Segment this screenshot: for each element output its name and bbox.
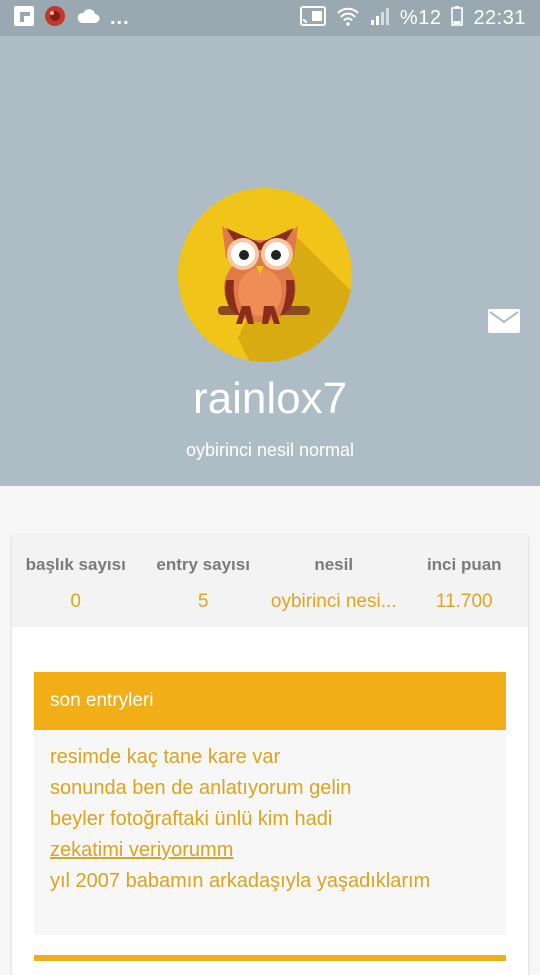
- cast-icon: [299, 5, 326, 31]
- game-app-icon: [44, 5, 66, 32]
- next-section-header: [34, 955, 506, 961]
- stat-value: oybirinci nesi...: [270, 591, 397, 612]
- cloud-icon: [76, 8, 100, 29]
- flipboard-icon: [14, 5, 34, 31]
- recent-entries-section: son entryleri resimde kaç tane kare var …: [34, 672, 506, 935]
- stat-inci-points: inci puan 11.700: [401, 535, 528, 627]
- stat-value: 0: [70, 591, 81, 612]
- battery-icon: [451, 5, 464, 31]
- profile-card: başlık sayısı 0 entry sayısı 5 nesil oyb…: [12, 535, 528, 975]
- wifi-icon: [336, 6, 360, 31]
- profile-header: rainlox7 oybirinci nesil normal: [0, 36, 540, 486]
- stats-row: başlık sayısı 0 entry sayısı 5 nesil oyb…: [12, 535, 528, 627]
- recent-entries-title: son entryleri: [34, 672, 506, 730]
- stat-generation: nesil oybirinci nesi...: [267, 535, 401, 627]
- entry-link[interactable]: yıl 2007 babamın arkadaşıyla yaşadıkları…: [50, 866, 506, 897]
- stat-label: başlık sayısı: [25, 555, 126, 574]
- username: rainlox7: [192, 374, 348, 423]
- entry-link[interactable]: beyler fotoğraftaki ünlü kim hadi: [50, 804, 506, 835]
- battery-percent: %12: [399, 6, 442, 29]
- stat-label: inci puan: [426, 555, 502, 574]
- stat-label: entry sayısı: [156, 555, 250, 574]
- entry-link[interactable]: zekatimi veriyorumm: [50, 835, 506, 866]
- generation-label: oybirinci nesil normal: [185, 440, 355, 460]
- stat-entry-count: entry sayısı 5: [139, 535, 266, 627]
- owl-avatar[interactable]: [178, 188, 352, 362]
- mail-icon[interactable]: [488, 309, 520, 333]
- stat-label: nesil: [314, 555, 354, 574]
- entry-link[interactable]: sonunda ben de anlatıyorum gelin: [50, 773, 506, 804]
- signal-icon: [370, 7, 390, 30]
- entry-link[interactable]: resimde kaç tane kare var: [50, 742, 506, 773]
- notification-overflow: ...: [110, 6, 130, 29]
- stat-baslik-count: başlık sayısı 0: [12, 535, 139, 627]
- recent-entries-list: resimde kaç tane kare var sonunda ben de…: [34, 730, 506, 897]
- clock: 22:31: [473, 6, 526, 29]
- stat-value: 5: [197, 591, 209, 612]
- status-bar: ... %12 22:31: [0, 0, 540, 36]
- stat-value: 11.700: [435, 591, 493, 612]
